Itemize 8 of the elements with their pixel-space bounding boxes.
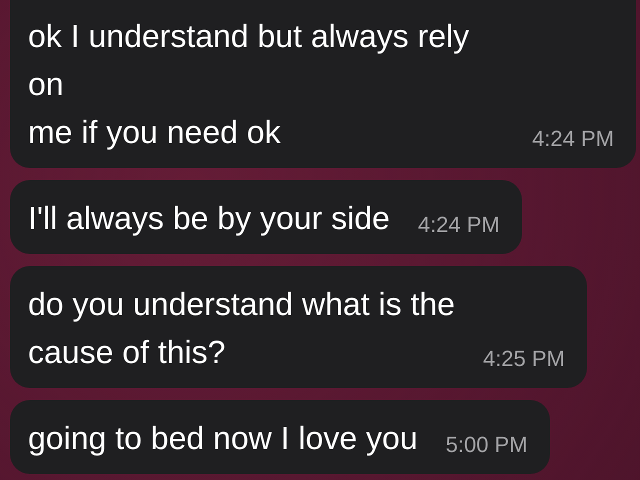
message-text: I'll always be by your side <box>28 199 390 238</box>
message-text: ok I understand but always rely on me if you need ok <box>28 17 470 152</box>
message-text: going to bed now I love you <box>28 419 418 458</box>
message-text: do you understand what is the cause of this? <box>28 285 455 372</box>
message-time: 4:25 PM <box>482 345 565 373</box>
message-time: 4:24 PM <box>418 211 500 239</box>
message-time: 5:00 PM <box>446 431 528 459</box>
message-time: 4:24 PM <box>532 125 614 153</box>
